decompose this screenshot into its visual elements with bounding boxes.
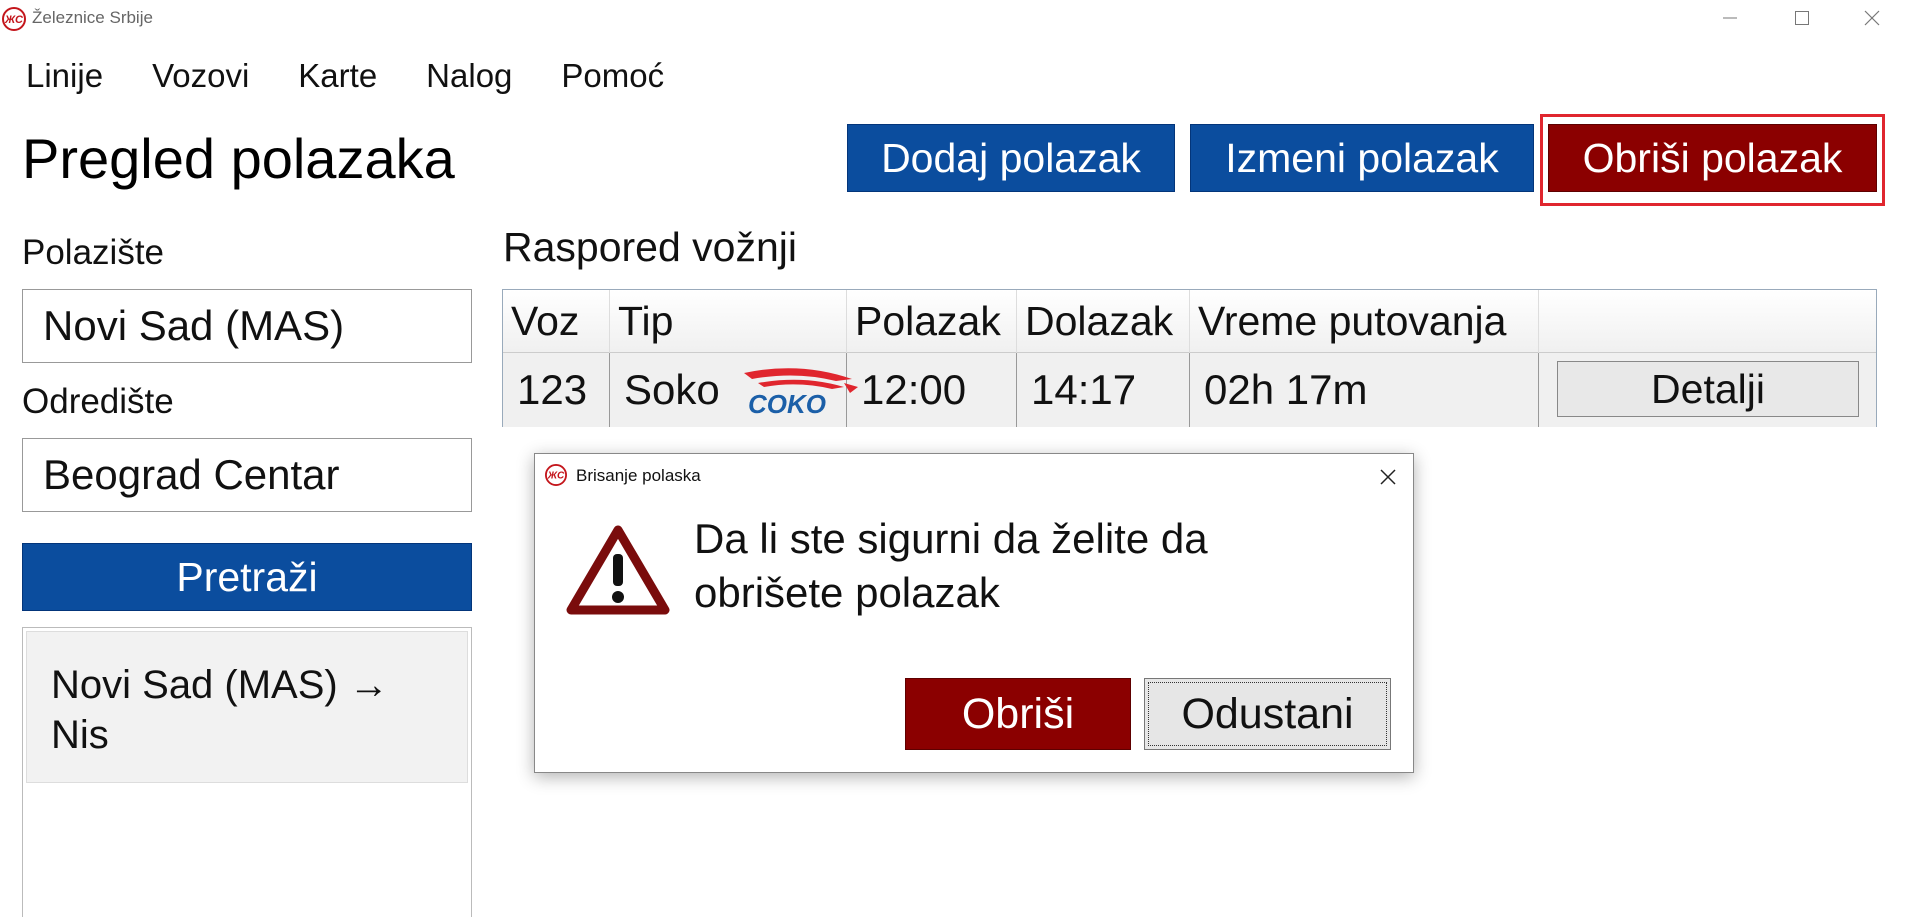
column-header-actions [1539,290,1876,353]
cell-tip-text: Soko [624,366,720,413]
soko-logo-icon: COKO [744,368,858,417]
dialog-logo-icon: ЖС [545,464,567,486]
page-title: Pregled polazaka [22,127,455,190]
from-field[interactable]: Novi Sad (MAS) [22,289,472,363]
menu-bar: Linije Vozovi Karte Nalog Pomoć [26,56,713,96]
close-icon [1380,469,1396,485]
column-header-dolazak[interactable]: Dolazak [1017,290,1190,353]
dialog-title: Brisanje polaska [576,466,701,485]
svg-text:COKO: COKO [748,389,826,417]
menu-pomoc[interactable]: Pomoć [561,56,664,96]
cell-vreme: 02h 17m [1190,353,1539,427]
edit-departure-button[interactable]: Izmeni polazak [1190,124,1534,192]
maximize-icon [1795,11,1809,25]
cell-dolazak: 14:17 [1017,353,1190,427]
delete-departure-button[interactable]: Obriši polazak [1548,124,1877,192]
minimize-button[interactable] [1700,2,1760,34]
delete-confirmation-dialog: ЖС Brisanje polaska Da li ste sigurni da… [534,453,1414,773]
window-title: Železnice Srbije [32,8,153,27]
svg-text:ЖС: ЖС [547,471,565,482]
dialog-close-button[interactable] [1373,462,1403,492]
menu-karte[interactable]: Karte [298,56,377,96]
schedule-table: Voz Tip Polazak Dolazak Vreme putovanja … [502,289,1877,427]
search-button[interactable]: Pretraži [22,543,472,611]
maximize-button[interactable] [1772,2,1832,34]
schedule-title: Raspored vožnji [503,224,797,270]
svg-text:ЖС: ЖС [4,14,24,26]
close-icon [1864,10,1880,26]
list-item[interactable]: Novi Sad (MAS) → Nis [26,631,468,783]
menu-linije[interactable]: Linije [26,56,103,96]
route-list: Novi Sad (MAS) → Nis [22,627,472,917]
cell-polazak: 12:00 [847,353,1017,427]
confirm-delete-button[interactable]: Obriši [905,678,1131,750]
dialog-message: Da li ste sigurni da želite da obrišete … [694,515,1208,616]
to-label: Odredište [22,382,174,421]
cancel-button[interactable]: Odustani [1144,678,1391,750]
column-header-polazak[interactable]: Polazak [847,290,1017,353]
menu-nalog[interactable]: Nalog [426,56,512,96]
table-header: Voz Tip Polazak Dolazak Vreme putovanja [503,290,1876,353]
close-button[interactable] [1842,2,1902,34]
title-bar: ЖС Železnice Srbije [0,0,1908,36]
column-header-tip[interactable]: Tip [610,290,847,353]
column-header-vreme[interactable]: Vreme putovanja [1190,290,1539,353]
to-field[interactable]: Beograd Centar [22,438,472,512]
from-label: Polazište [22,233,165,272]
column-header-voz[interactable]: Voz [503,290,610,353]
cell-voz: 123 [503,353,610,427]
table-row[interactable]: 123 Soko COKO 12:00 14:17 02h 17m Detalj… [503,353,1876,427]
cell-tip: Soko COKO [610,353,858,427]
details-button[interactable]: Detalji [1557,361,1859,417]
menu-vozovi[interactable]: Vozovi [152,56,249,96]
app-logo-icon: ЖС [2,7,26,31]
minimize-icon [1723,17,1737,19]
add-departure-button[interactable]: Dodaj polazak [847,124,1175,192]
warning-icon [566,525,670,615]
